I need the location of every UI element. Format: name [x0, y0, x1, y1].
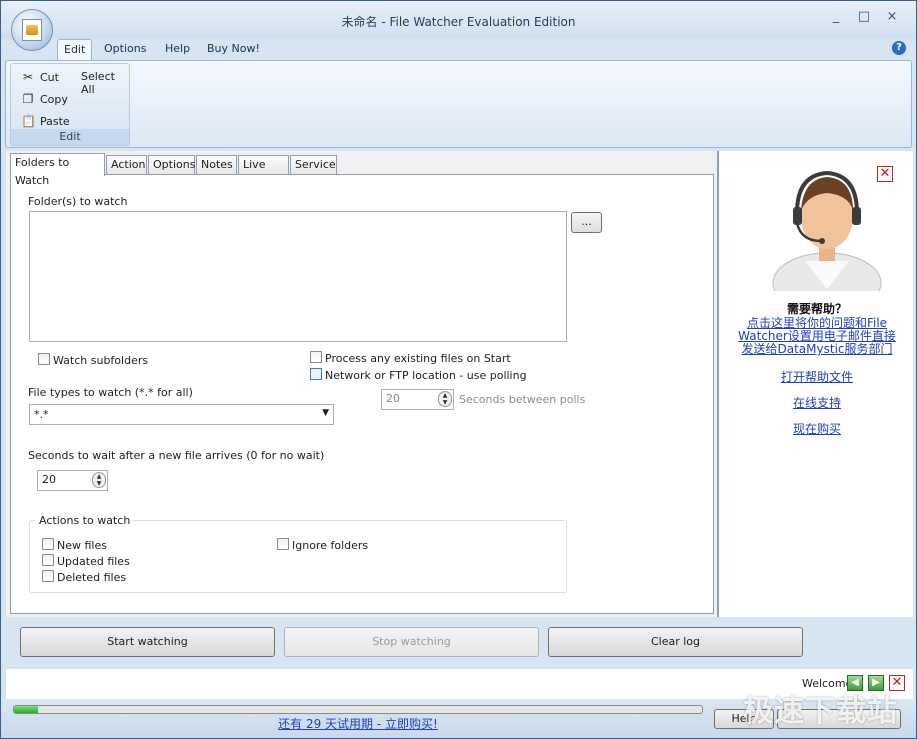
status-bar: 还有 29 天试用期 - 立即购买! Help 极速下载站 — [1, 694, 916, 738]
poll-seconds-label: Seconds between polls — [459, 393, 586, 406]
close-help-pane-button[interactable]: ✕ — [877, 166, 893, 182]
start-watching-button[interactable]: Start watching — [20, 627, 275, 657]
close-button[interactable]: × — [882, 9, 902, 25]
copy-button[interactable]: ❐ Copy — [21, 92, 68, 106]
ribbon-panel: ✂ Cut Select All ❐ Copy 📋 Paste Edit — [5, 60, 912, 148]
tab-notes[interactable]: Notes — [196, 155, 237, 175]
email-support-line3: 发送给DataMystic服务部门 — [741, 342, 893, 356]
progress-fill — [14, 706, 39, 713]
ribbon-group-label: Edit — [11, 129, 129, 145]
poll-seconds-value: 20 — [386, 392, 400, 405]
tab-options[interactable]: Options — [148, 155, 195, 175]
cut-label: Cut — [40, 70, 59, 84]
help-pane: ✕ 需要帮助？ 点击这里将你的问题和File Watcher设置用电子邮件直接 … — [717, 151, 913, 617]
trial-progress-bar — [13, 705, 703, 714]
tab-service[interactable]: Service — [290, 155, 337, 175]
file-types-combo[interactable]: *.* ▼ — [29, 404, 334, 425]
ribbon-tab-options[interactable]: Options — [98, 39, 152, 60]
paste-button[interactable]: 📋 Paste — [21, 114, 70, 128]
dropdown-arrow-icon: ▼ — [322, 408, 329, 418]
scissors-icon: ✂ — [22, 70, 34, 84]
select-all-button[interactable]: Select All — [81, 70, 129, 96]
tab-folders-to-watch[interactable]: Folders to Watch — [10, 153, 105, 187]
ignore-folders-label: Ignore folders — [292, 539, 369, 552]
trial-buy-link[interactable]: 还有 29 天试用期 - 立即购买! — [1, 715, 715, 732]
ribbon-tab-edit[interactable]: Edit — [57, 39, 93, 60]
app-window: 未命名 - File Watcher Evaluation Edition _ … — [0, 0, 917, 739]
spinner-arrows-icon[interactable]: ▲ ▼ — [438, 391, 452, 407]
buy-now-link[interactable]: 现在购买 — [719, 420, 915, 437]
wait-seconds-label: Seconds to wait after a new file arrives… — [28, 449, 325, 462]
browse-button[interactable]: ... — [571, 212, 602, 233]
cut-button[interactable]: ✂ Cut — [21, 70, 59, 84]
ribbon-tabbar: Edit Options Help Buy Now! ? — [1, 39, 916, 61]
online-support-link[interactable]: 在线支持 — [719, 394, 915, 411]
minimize-button[interactable]: _ — [826, 9, 846, 25]
clear-log-button[interactable]: Clear log — [548, 627, 803, 657]
help-heading: 需要帮助？ — [786, 302, 847, 316]
email-support-link[interactable]: 点击这里将你的问题和File Watcher设置用电子邮件直接 发送给DataM… — [719, 317, 915, 356]
tab-live-log[interactable]: Live Log — [238, 155, 289, 189]
poll-seconds-spinner[interactable]: 20 ▲ ▼ — [381, 389, 454, 410]
support-agent-avatar — [772, 170, 882, 291]
app-menu-button[interactable] — [11, 9, 53, 51]
folders-list[interactable] — [29, 211, 567, 342]
stop-watching-button[interactable]: Stop watching — [284, 627, 539, 657]
deleted-files-checkbox[interactable] — [42, 570, 54, 582]
new-files-label: New files — [57, 539, 107, 552]
ignore-folders-checkbox[interactable] — [277, 538, 289, 550]
watermark-logo: 极速下载站 — [743, 694, 898, 729]
paste-icon: 📋 — [21, 114, 36, 128]
client-area: Folders to Watch Action Options Notes Li… — [6, 151, 913, 617]
new-files-checkbox[interactable] — [42, 538, 54, 550]
updated-files-checkbox[interactable] — [42, 554, 54, 566]
copy-label: Copy — [40, 92, 68, 106]
watch-subfolders-label: Watch subfolders — [53, 354, 149, 367]
select-all-label: Select All — [81, 70, 115, 96]
paste-label: Paste — [40, 114, 70, 128]
open-help-file-link[interactable]: 打开帮助文件 — [719, 368, 915, 385]
ribbon-tab-buy-now[interactable]: Buy Now! — [201, 39, 266, 60]
wait-seconds-spinner[interactable]: 20 ▲ ▼ — [37, 470, 108, 491]
folders-tab-page: Folder(s) to watch ... Watch subfolders … — [10, 174, 714, 614]
copy-icon: ❐ — [22, 92, 34, 106]
file-types-value: *.* — [34, 408, 49, 421]
actions-group-title: Actions to watch — [36, 514, 134, 527]
ribbon-tab-help[interactable]: Help — [159, 39, 196, 60]
network-polling-checkbox[interactable] — [310, 368, 322, 380]
title-bar: 未命名 - File Watcher Evaluation Edition _ … — [1, 1, 916, 39]
process-existing-label: Process any existing files on Start — [325, 352, 511, 365]
spinner-arrows-icon[interactable]: ▲ ▼ — [92, 472, 106, 488]
deleted-files-label: Deleted files — [57, 571, 127, 584]
window-title: 未命名 - File Watcher Evaluation Edition — [341, 15, 576, 29]
file-types-label: File types to watch (*.* for all) — [28, 386, 193, 399]
process-existing-checkbox[interactable] — [310, 351, 322, 363]
help-icon[interactable]: ? — [892, 41, 906, 55]
maximize-button[interactable]: □ — [854, 9, 874, 25]
actions-groupbox: Actions to watch New files Updated files… — [29, 514, 567, 593]
app-logo-icon — [22, 19, 42, 41]
folders-label: Folder(s) to watch — [28, 195, 128, 208]
wait-seconds-value: 20 — [42, 473, 56, 486]
ribbon-group-edit: ✂ Cut Select All ❐ Copy 📋 Paste Edit — [10, 63, 130, 146]
network-polling-label: Network or FTP location - use polling — [325, 369, 527, 382]
watch-subfolders-checkbox[interactable] — [38, 353, 50, 365]
updated-files-label: Updated files — [57, 555, 130, 568]
tab-action[interactable]: Action — [106, 155, 147, 175]
